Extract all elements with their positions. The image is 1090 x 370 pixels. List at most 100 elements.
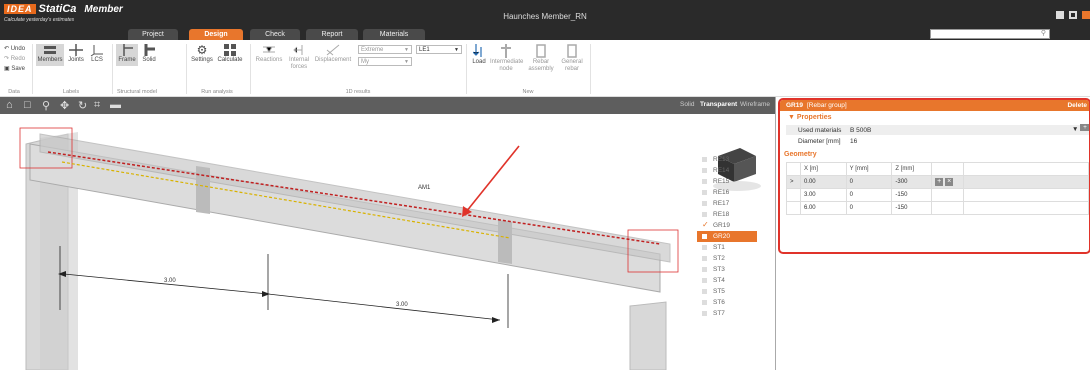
dim-1 — [63, 273, 269, 295]
list-item[interactable]: RE16 — [697, 187, 757, 198]
dim-label-1: 3.00 — [164, 278, 176, 284]
dim-arrow-2 — [262, 291, 270, 297]
rebar-assembly-button[interactable]: Rebar assembly — [526, 44, 556, 73]
displacement-button[interactable]: Displacement — [314, 44, 352, 64]
group-1d-results: 1D results — [345, 89, 371, 95]
diameter-value[interactable]: 16 — [850, 138, 857, 145]
load-button[interactable]: Load — [470, 44, 488, 66]
settings-button[interactable]: ⚙ Settings — [190, 44, 214, 64]
diameter-label: Diameter [mm] — [798, 138, 841, 145]
row-expand-icon[interactable]: > — [786, 175, 801, 189]
ribbon: ↶ Undo ↷ Redo ▣ Save Data Members Joints… — [0, 40, 1090, 97]
frame-button[interactable]: Frame — [116, 44, 138, 66]
list-item[interactable]: ST6 — [697, 297, 757, 308]
search-input[interactable]: ⚲ — [930, 29, 1050, 39]
pan-icon[interactable]: ✥ — [60, 99, 69, 112]
parts-list: RE13 RE14 RE15 RE16 RE17 RE18 ✓ GR19 GR20… — [697, 154, 757, 319]
window-title: Haunches Member_RN — [503, 12, 587, 21]
list-item[interactable]: RE15 — [697, 176, 757, 187]
chevron-down-icon: ▼ — [404, 59, 409, 65]
undo-button[interactable]: ↶ Undo — [4, 46, 25, 53]
list-item[interactable]: ST2 — [697, 253, 757, 264]
list-item[interactable]: ST7 — [697, 308, 757, 319]
load-icon — [473, 44, 482, 57]
tab-design[interactable]: Design — [189, 29, 243, 40]
load-case-dropdown[interactable]: LE1 ▼ — [416, 45, 462, 54]
home-icon[interactable]: ⌂ — [6, 99, 13, 111]
title-bar: IDEA StatiCa Member Calculate yesterday'… — [0, 0, 1090, 40]
delete-button[interactable]: Delete — [1067, 100, 1087, 111]
list-item-selected[interactable]: GR20 — [697, 231, 757, 242]
group-run-analysis: Run analysis — [201, 89, 233, 95]
used-materials-select[interactable]: B 500B — [850, 127, 871, 134]
panel-item-type: [Rebar group] — [806, 102, 847, 109]
minimize-icon[interactable] — [1056, 11, 1064, 19]
table-row[interactable]: 6.00 0 -150 — [786, 201, 1089, 215]
reactions-icon — [263, 46, 275, 53]
tab-check[interactable]: Check — [250, 29, 300, 40]
joints-icon — [69, 44, 83, 56]
reactions-button[interactable]: Reactions — [254, 44, 284, 64]
displacement-icon — [326, 44, 340, 56]
result-type-dropdown[interactable]: Extreme ▼ — [358, 45, 412, 54]
group-labels: Labels — [62, 89, 80, 95]
group-structural-model: Structural model — [116, 89, 158, 95]
table-header: X [m] Y [mm] Z [mm] — [786, 162, 1089, 176]
dim-label-2: 3.00 — [396, 302, 408, 308]
general-rebar-button[interactable]: General rebar — [558, 44, 586, 73]
mode-wireframe[interactable]: Wireframe — [740, 101, 770, 108]
gear-icon: ⚙ — [196, 43, 208, 57]
list-item[interactable]: ST3 — [697, 264, 757, 275]
table-row[interactable]: 3.00 0 -150 — [786, 188, 1089, 202]
lcs-button[interactable]: LCS — [88, 44, 106, 64]
delete-row-icon[interactable]: × — [945, 178, 954, 186]
members-button[interactable]: Members — [36, 44, 64, 66]
table-row[interactable]: > 0.00 0 -300 + × — [786, 175, 1089, 189]
joints-button[interactable]: Joints — [66, 44, 86, 64]
eraser-icon[interactable]: ▬ — [110, 99, 121, 111]
list-item[interactable]: RE14 — [697, 165, 757, 176]
tab-project[interactable]: Project — [128, 29, 178, 40]
zoom-window-icon[interactable]: □ — [24, 99, 31, 111]
list-item[interactable]: ST1 — [697, 242, 757, 253]
haunch-right — [498, 220, 512, 264]
result-component-dropdown[interactable]: My ▼ — [358, 57, 412, 66]
panel-header: GR19 [Rebar group] Delete — [780, 100, 1089, 111]
group-new: New — [522, 89, 534, 95]
group-data: Data — [8, 89, 20, 95]
add-material-icon[interactable]: + — [1080, 124, 1089, 131]
node-icon — [501, 44, 511, 58]
close-icon[interactable] — [1082, 11, 1090, 19]
save-button[interactable]: ▣ Save — [4, 66, 25, 73]
model-view[interactable]: 3.00 3.00 AM1 — [0, 114, 775, 370]
zoom-icon[interactable]: ⚲ — [42, 99, 50, 112]
rebar-group-properties: GR19 [Rebar group] Delete ▼ Properties Us… — [778, 98, 1090, 254]
list-item[interactable]: ST4 — [697, 275, 757, 286]
members-icon — [44, 46, 56, 54]
intermediate-node-button[interactable]: Intermediate node — [490, 44, 523, 73]
col-x: X [m] — [799, 162, 847, 176]
internal-forces-button[interactable]: Internal forces — [286, 44, 312, 71]
list-item[interactable]: RE17 — [697, 198, 757, 209]
mode-transparent[interactable]: Transparent — [700, 101, 737, 108]
rotate-icon[interactable]: ↻ — [78, 99, 87, 112]
tab-materials[interactable]: Materials — [363, 29, 425, 40]
tab-report[interactable]: Report — [306, 29, 358, 40]
redo-button[interactable]: ↷ Redo — [4, 56, 25, 63]
pointer-arrow — [465, 145, 520, 213]
zoom-extents-icon[interactable]: ⌗ — [94, 99, 100, 112]
general-rebar-icon — [567, 44, 577, 58]
maximize-icon[interactable] — [1069, 11, 1077, 19]
list-item[interactable]: ST5 — [697, 286, 757, 297]
checkbox-icon — [702, 234, 707, 239]
haunch-left — [196, 166, 210, 214]
solid-button[interactable]: Solid — [140, 44, 158, 64]
add-row-icon[interactable]: + — [935, 178, 944, 186]
search-icon: ⚲ — [1040, 30, 1046, 37]
calculate-button[interactable]: Calculate — [216, 44, 244, 64]
properties-section[interactable]: ▼ Properties — [788, 114, 832, 121]
list-item[interactable]: ✓ GR19 — [697, 220, 757, 231]
mode-solid[interactable]: Solid — [680, 101, 694, 108]
list-item[interactable]: RE13 — [697, 154, 757, 165]
chevron-down-icon[interactable]: ▼ — [1072, 126, 1078, 133]
